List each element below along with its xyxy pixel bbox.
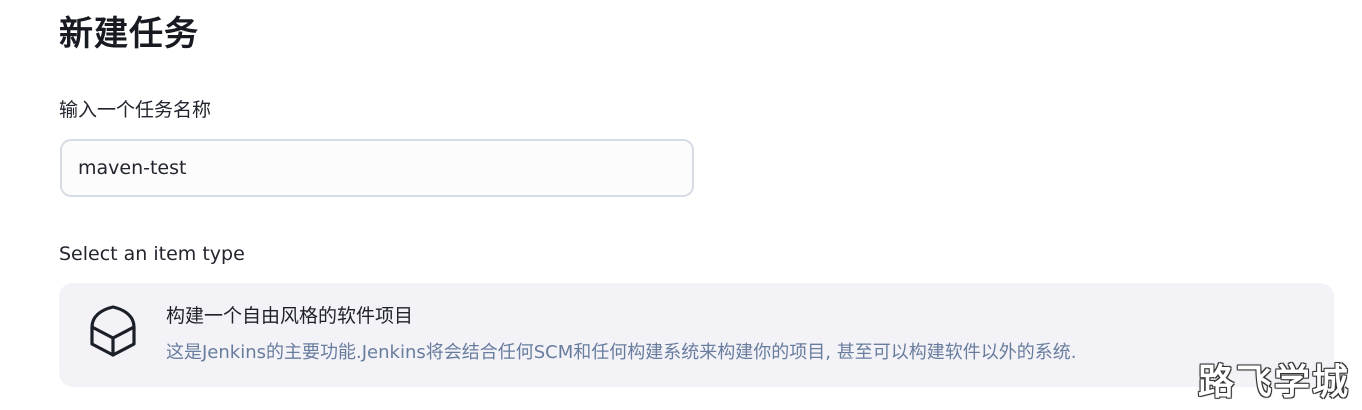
freestyle-project-option[interactable]: 构建一个自由风格的软件项目 这是Jenkins的主要功能.Jenkins将会结合…	[59, 283, 1334, 387]
page-title: 新建任务	[59, 14, 199, 54]
item-name-label: 输入一个任务名称	[59, 99, 212, 121]
item-name-input[interactable]	[60, 139, 694, 197]
watermark-logo: 路飞学城	[1198, 362, 1351, 403]
package-icon	[90, 305, 136, 357]
option-title: 构建一个自由风格的软件项目	[166, 305, 414, 327]
option-description: 这是Jenkins的主要功能.Jenkins将会结合任何SCM和任何构建系统来构…	[166, 342, 1077, 363]
item-type-label: Select an item type	[59, 243, 245, 265]
new-item-page: 新建任务 输入一个任务名称 Select an item type 构建一个自由…	[0, 0, 1362, 410]
